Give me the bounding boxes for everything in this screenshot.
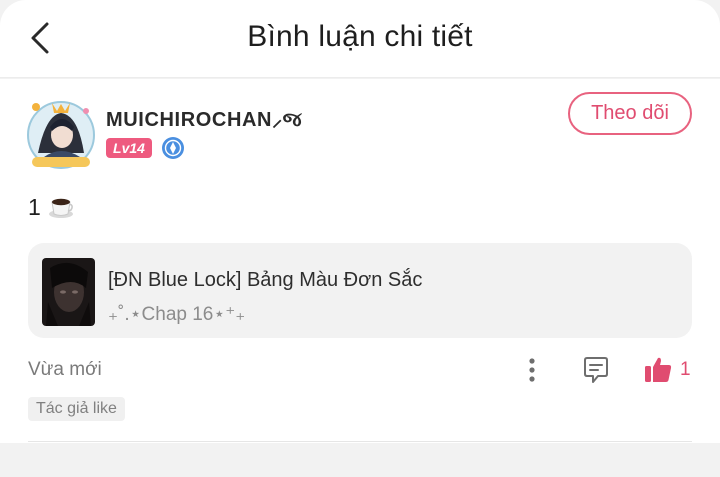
reply-button[interactable] <box>580 354 612 386</box>
avatar-image <box>27 101 95 169</box>
username[interactable]: MUICHIROCHAN⸝જ <box>106 105 302 132</box>
comment-body: 1 <box>28 193 75 221</box>
page-title: Bình luận chi tiết <box>247 20 473 53</box>
level-badge: Lv14 <box>106 138 152 158</box>
story-chapter: ₊˚.⋆Chap 16⋆⁺₊ <box>108 304 246 325</box>
more-vertical-icon <box>529 358 535 382</box>
like-button[interactable] <box>643 353 673 385</box>
avatar[interactable] <box>24 95 98 171</box>
comment-timestamp: Vừa mới <box>28 359 102 380</box>
comment-text: 1 <box>28 193 41 220</box>
coffee-cup-icon <box>48 198 73 218</box>
comment-bubble-icon <box>584 357 608 383</box>
comment-card: MUICHIROCHAN⸝જ Lv14 Theo dõi 1 [ĐN Blue … <box>0 79 720 443</box>
like-count: 1 <box>680 359 691 380</box>
comment-detail-screen: Bình luận chi tiết MUICHIROCHAN⸝જ Lv14 T… <box>0 0 720 477</box>
thumbs-up-icon <box>645 357 672 382</box>
more-options-button[interactable] <box>520 355 544 385</box>
header-bar: Bình luận chi tiết <box>0 0 720 78</box>
linked-story-card[interactable]: [ĐN Blue Lock] Bảng Màu Đơn Sắc ₊˚.⋆Chap… <box>28 243 692 338</box>
follow-button[interactable]: Theo dõi <box>568 92 692 135</box>
rank-badge-icon <box>161 136 185 160</box>
story-title: [ĐN Blue Lock] Bảng Màu Đơn Sắc <box>108 269 423 291</box>
story-cover-image <box>42 258 95 326</box>
divider <box>28 441 692 442</box>
author-liked-tag: Tác giả like <box>28 397 125 421</box>
